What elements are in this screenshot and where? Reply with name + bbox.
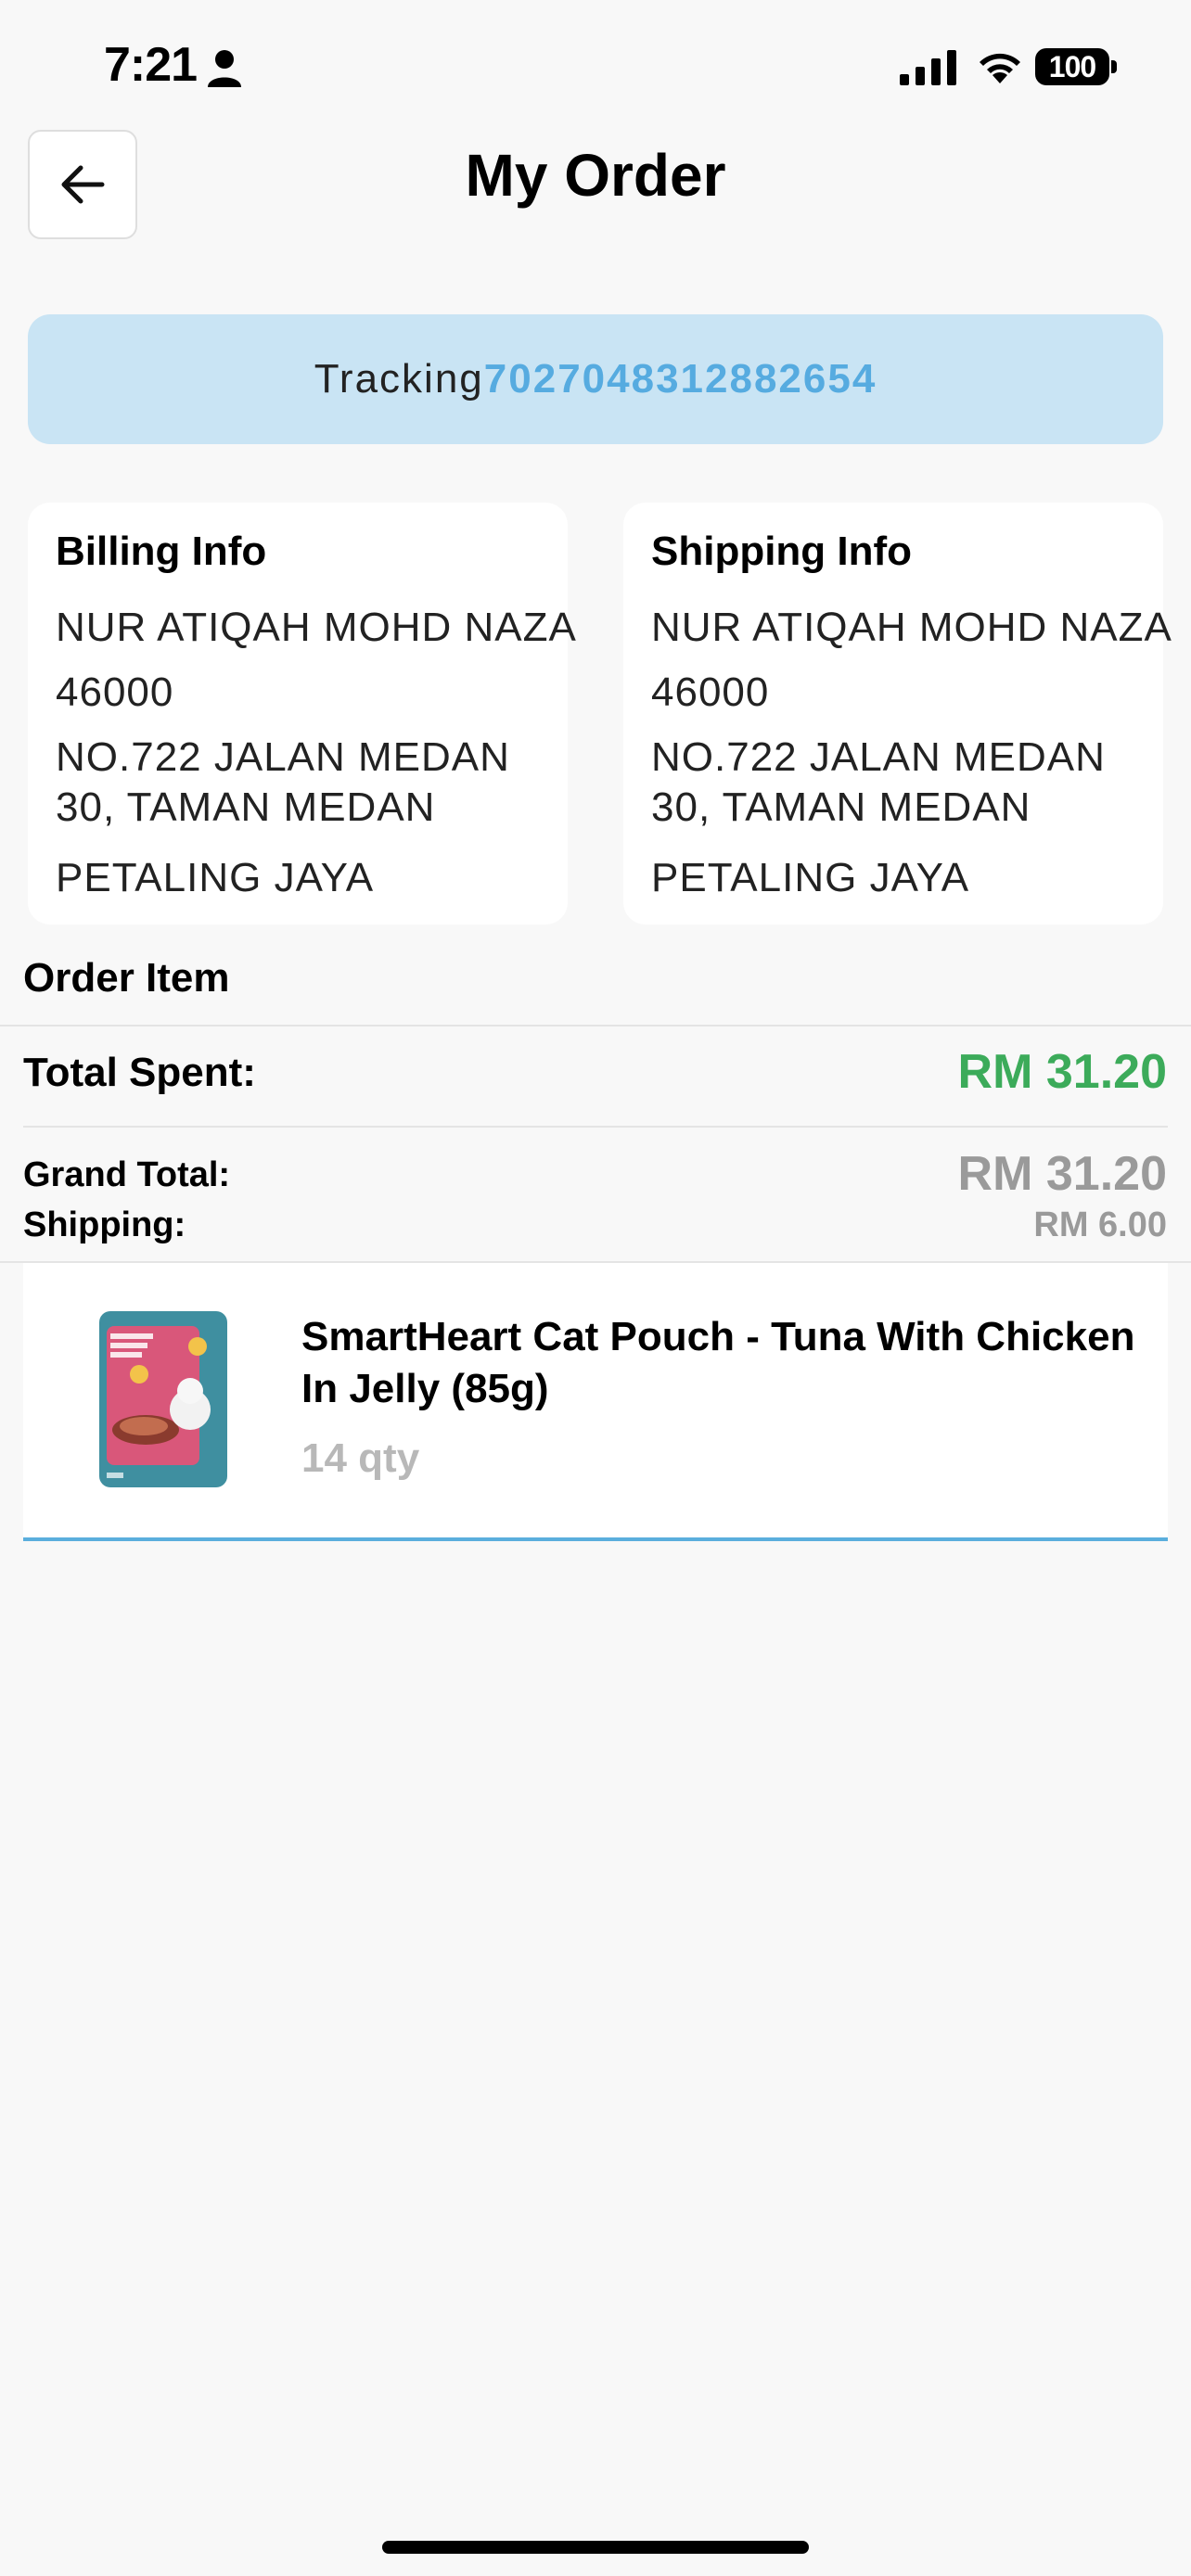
tracking-label: Tracking xyxy=(314,356,484,402)
battery-level: 100 xyxy=(1035,48,1109,85)
billing-name: NUR ATIQAH MOHD NAZA xyxy=(56,605,577,650)
billing-info-card: Billing Info NUR ATIQAH MOHD NAZA 46000 … xyxy=(28,503,576,925)
divider xyxy=(0,1025,1191,1027)
product-image xyxy=(99,1311,227,1487)
billing-city: PETALING JAYA xyxy=(56,855,375,900)
order-item-heading: Order Item xyxy=(23,955,230,1001)
wifi-icon xyxy=(980,53,1020,83)
home-indicator[interactable] xyxy=(382,2541,809,2554)
shipping-fee-label: Shipping: xyxy=(23,1205,186,1244)
billing-address: NO.722 JALAN MEDAN 30, TAMAN MEDAN xyxy=(56,734,510,830)
status-bar: 7:21 100 xyxy=(0,0,1191,130)
battery-icon: 100 xyxy=(1035,46,1117,87)
grand-total-label: Grand Total: xyxy=(23,1155,231,1194)
product-name[interactable]: SmartHeart Cat Pouch - Tuna With Chicken… xyxy=(301,1311,1136,1415)
page-title: My Order xyxy=(465,142,726,209)
grand-total-value: RM 31.20 xyxy=(957,1147,1167,1201)
shipping-address: NO.722 JALAN MEDAN 30, TAMAN MEDAN xyxy=(651,734,1106,830)
total-spent-label: Total Spent: xyxy=(23,1050,256,1095)
person-icon xyxy=(208,50,241,87)
shipping-name: NUR ATIQAH MOHD NAZA xyxy=(651,605,1172,650)
shipping-postcode: 46000 xyxy=(651,670,770,715)
billing-info-title: Billing Info xyxy=(56,529,267,574)
signal-icon xyxy=(900,50,956,85)
order-item-row[interactable]: SmartHeart Cat Pouch - Tuna With Chicken… xyxy=(23,1263,1168,1541)
status-time: 7:21 xyxy=(104,38,198,92)
tracking-banner: Tracking 7027048312882654 xyxy=(28,314,1163,444)
shipping-info-title: Shipping Info xyxy=(651,529,913,574)
tracking-number[interactable]: 7027048312882654 xyxy=(484,356,877,402)
total-spent-value: RM 31.20 xyxy=(957,1045,1167,1099)
divider xyxy=(23,1126,1168,1128)
shipping-city: PETALING JAYA xyxy=(651,855,970,900)
shipping-fee-value: RM 6.00 xyxy=(1033,1205,1167,1244)
product-quantity: 14 qty xyxy=(301,1435,420,1481)
shipping-info-card: Shipping Info NUR ATIQAH MOHD NAZA 46000… xyxy=(623,503,1172,925)
billing-postcode: 46000 xyxy=(56,670,174,715)
